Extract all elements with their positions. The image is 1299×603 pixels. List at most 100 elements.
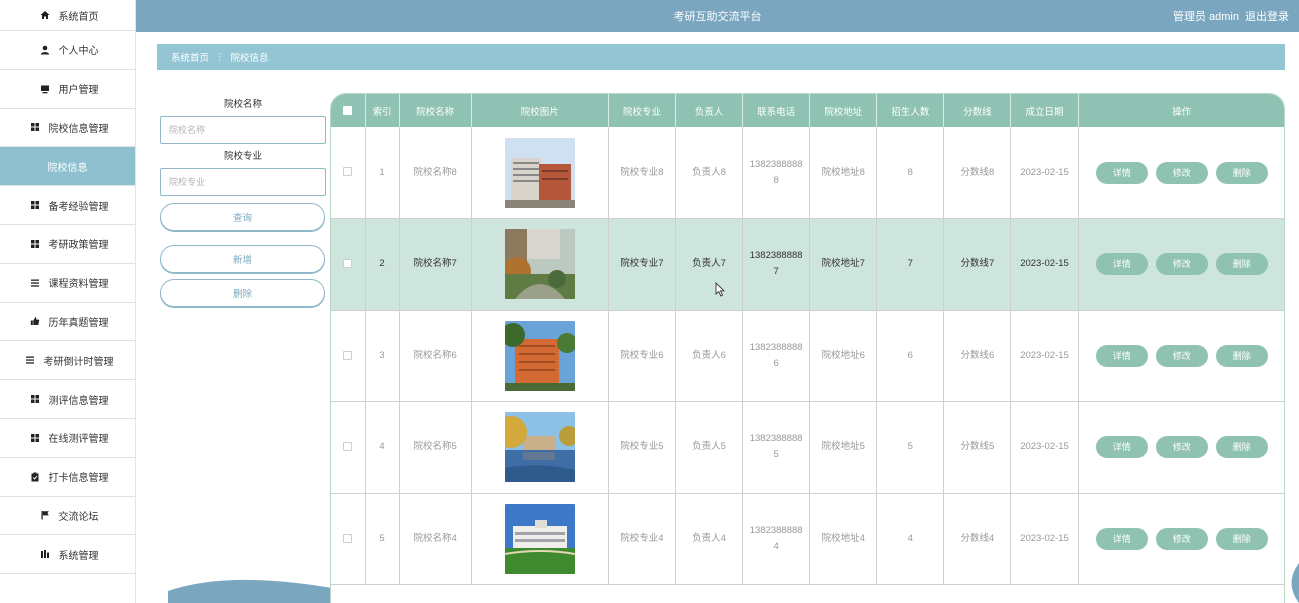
col-header-major: 院校专业 [608, 94, 677, 127]
monitor-icon [37, 84, 53, 94]
cell-count: 4 [876, 493, 945, 585]
cell-address: 院校地址7 [809, 218, 878, 311]
cell-person: 负责人7 [675, 218, 744, 311]
table-row[interactable]: 5 院校名称4 院校专业4 负责人4 13823888884 院校地址4 4 分数线4 2023… [331, 493, 1284, 585]
add-button[interactable]: 新增 [160, 245, 325, 273]
row-select-cell[interactable] [331, 127, 366, 219]
col-header-index: 索引 [365, 94, 400, 127]
cell-score: 分数线7 [943, 218, 1012, 311]
sidebar-item-checkin[interactable]: 打卡信息管理 [0, 458, 135, 497]
edit-button[interactable]: 修改 [1155, 344, 1208, 367]
table-row[interactable]: 4 院校名称5 院校专业5 负责人5 13823888885 院校地址5 5 分数线5 2023… [331, 401, 1284, 494]
row-select-cell[interactable] [331, 218, 366, 311]
clipboard-icon [27, 472, 43, 482]
row-checkbox[interactable] [343, 259, 353, 269]
cell-date: 2023-02-15 [1010, 127, 1079, 219]
school-name-input[interactable] [160, 116, 326, 144]
sidebar-item-label: 个人中心 [58, 46, 99, 58]
row-checkbox[interactable] [343, 350, 353, 360]
cell-person: 负责人4 [675, 493, 744, 585]
sidebar-item-school-manage[interactable]: 院校信息管理 [0, 109, 135, 148]
sidebar-item-home[interactable]: 系统首页 [0, 0, 135, 31]
col-header-count: 招生人数 [876, 94, 945, 127]
data-table: 索引 院校名称 院校图片 院校专业 负责人 联系电话 院校地址 招生人数 分数线… [330, 93, 1285, 603]
cell-date: 2023-02-15 [1010, 493, 1079, 585]
breadcrumb-home[interactable]: 系统首页 [171, 50, 209, 64]
sidebar-item-past-exams[interactable]: 历年真题管理 [0, 303, 135, 342]
cell-name: 院校名称8 [399, 127, 472, 219]
edit-button[interactable]: 修改 [1155, 436, 1208, 459]
cell-actions: 详情 修改 删除 [1078, 127, 1284, 219]
decorative-wave-right [1291, 563, 1299, 603]
sidebar-item-label: 考研倒计时管理 [43, 356, 114, 368]
table-row[interactable]: 3 院校名称6 院校专业6 负责人6 13823888886 院校地址6 6 分数线6 2023… [331, 310, 1284, 402]
row-checkbox[interactable] [343, 533, 353, 543]
user-icon [37, 45, 53, 55]
row-delete-button[interactable]: 删除 [1215, 344, 1268, 367]
list-icon [27, 278, 43, 288]
school-image [504, 229, 575, 300]
edit-button[interactable]: 修改 [1155, 161, 1208, 184]
cell-major: 院校专业7 [608, 218, 677, 311]
sidebar-item-label: 系统管理 [58, 550, 99, 562]
table-row[interactable]: 1 院校名称8 院校专业8 负责人8 13823888888 院校地址8 8 分数线8 2023… [331, 127, 1284, 219]
row-select-cell[interactable] [331, 493, 366, 585]
table-row[interactable]: 2 院校名称7 院校专业7 负责人7 13823888887 院校地址7 7 分数线7 2023… [331, 218, 1284, 311]
grid-icon [27, 239, 43, 249]
col-header-name: 院校名称 [399, 94, 472, 127]
cell-name: 院校名称7 [399, 218, 472, 311]
row-delete-button[interactable]: 删除 [1215, 161, 1268, 184]
sidebar-item-forum[interactable]: 交流论坛 [0, 497, 135, 536]
sidebar-item-course[interactable]: 课程资料管理 [0, 264, 135, 303]
detail-button[interactable]: 详情 [1095, 161, 1148, 184]
cell-count: 5 [876, 401, 945, 494]
sidebar-item-profile[interactable]: 个人中心 [0, 31, 135, 70]
grid-icon [27, 394, 43, 404]
sidebar-item-label: 系统首页 [58, 11, 99, 23]
cell-image [471, 493, 609, 585]
school-image [504, 503, 575, 574]
row-delete-button[interactable]: 删除 [1215, 436, 1268, 459]
sidebar-item-experience[interactable]: 备考经验管理 [0, 186, 135, 225]
cell-major: 院校专业6 [608, 310, 677, 402]
edit-button[interactable]: 修改 [1155, 253, 1208, 276]
list-icon [22, 355, 38, 365]
cell-phone: 13823888885 [742, 401, 811, 494]
edit-button[interactable]: 修改 [1155, 527, 1208, 550]
row-delete-button[interactable]: 删除 [1215, 253, 1268, 276]
sidebar-item-users[interactable]: 用户管理 [0, 70, 135, 109]
row-delete-button[interactable]: 删除 [1215, 527, 1268, 550]
select-all-cell[interactable] [331, 94, 366, 127]
detail-button[interactable]: 详情 [1095, 527, 1148, 550]
sidebar-item-system[interactable]: 系统管理 [0, 535, 135, 575]
user-label: 管理员 admin [1172, 11, 1239, 23]
cell-person: 负责人6 [675, 310, 744, 402]
sidebar-item-assessment[interactable]: 测评信息管理 [0, 380, 135, 419]
cell-count: 8 [876, 127, 945, 219]
sidebar-item-countdown[interactable]: 考研倒计时管理 [0, 341, 135, 381]
cell-score: 分数线6 [943, 310, 1012, 402]
cell-image [471, 127, 609, 219]
detail-button[interactable]: 详情 [1095, 436, 1148, 459]
cell-score: 分数线4 [943, 493, 1012, 585]
delete-button[interactable]: 删除 [160, 279, 325, 307]
query-button[interactable]: 查询 [160, 203, 325, 231]
school-major-input[interactable] [160, 168, 326, 196]
row-select-cell[interactable] [331, 401, 366, 494]
row-checkbox[interactable] [343, 167, 353, 177]
sidebar-item-policy[interactable]: 考研政策管理 [0, 225, 135, 264]
sidebar-item-school-info[interactable]: 院校信息 [0, 147, 135, 187]
detail-button[interactable]: 详情 [1095, 344, 1148, 367]
row-checkbox[interactable] [343, 442, 353, 452]
cell-date: 2023-02-15 [1010, 401, 1079, 494]
sidebar-item-online-test[interactable]: 在线测评管理 [0, 419, 135, 458]
col-header-person: 负责人 [675, 94, 744, 127]
logout-link[interactable]: 退出登录 [1245, 8, 1289, 24]
detail-button[interactable]: 详情 [1095, 253, 1148, 276]
school-image [504, 137, 575, 208]
cell-count: 7 [876, 218, 945, 311]
row-select-cell[interactable] [331, 310, 366, 402]
cell-image [471, 401, 609, 494]
cell-index: 2 [365, 218, 400, 311]
select-all-checkbox[interactable] [343, 105, 353, 115]
